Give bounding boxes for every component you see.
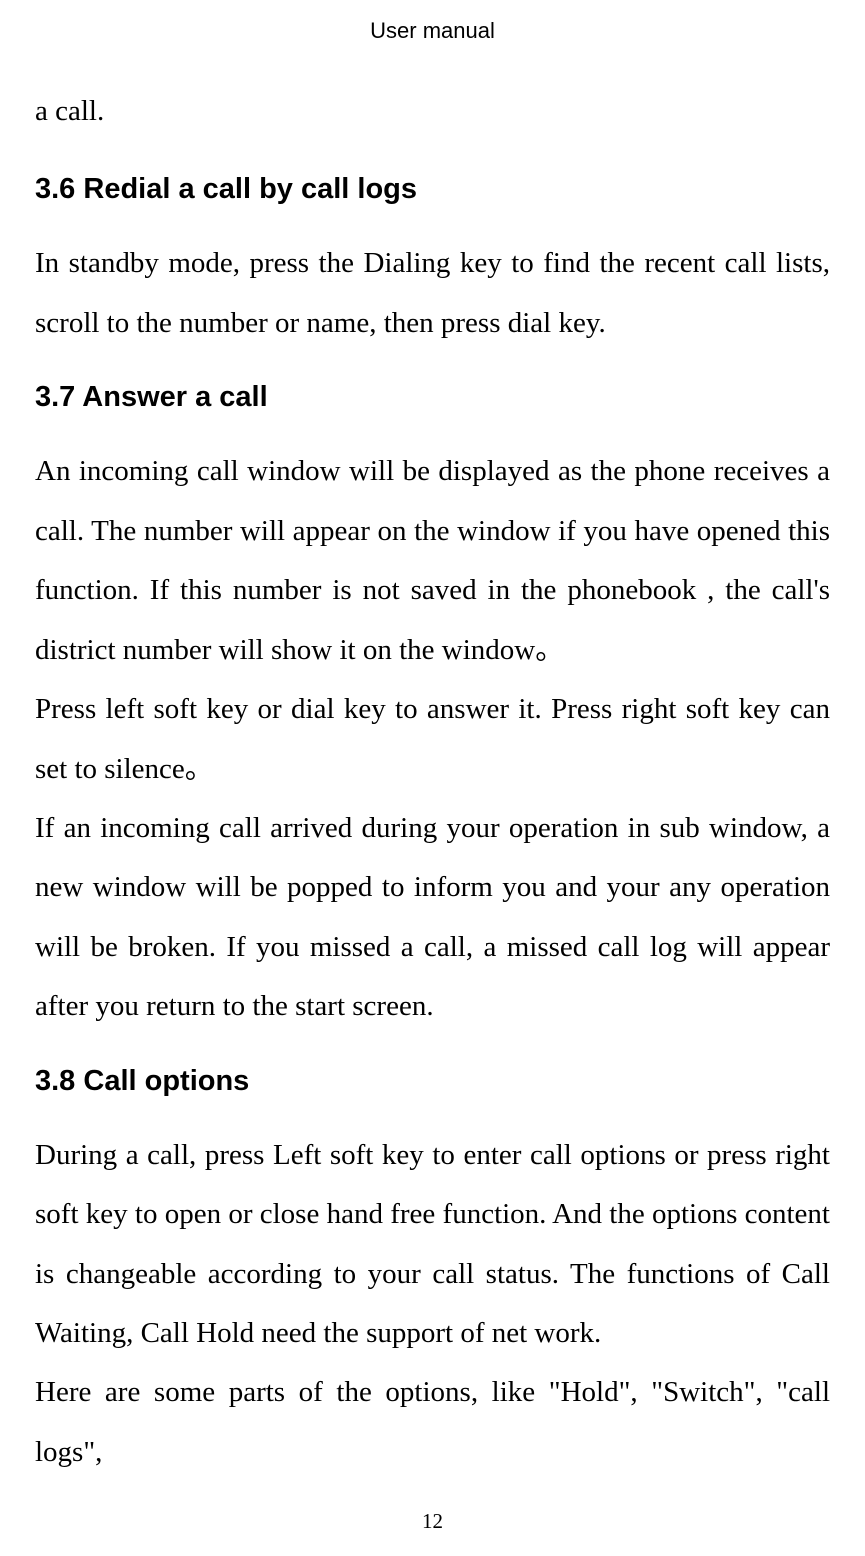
- page-header: User manual: [35, 18, 830, 44]
- paragraph-text: If an incoming call arrived during your …: [35, 799, 830, 1037]
- paragraph-text: In standby mode, press the Dialing key t…: [35, 234, 830, 353]
- paragraph-text: An incoming call window will be displaye…: [35, 442, 830, 680]
- section-heading-3-7: 3.7 Answer a call: [35, 381, 830, 414]
- paragraph-text: Here are some parts of the options, like…: [35, 1363, 830, 1482]
- section-heading-3-6: 3.6 Redial a call by call logs: [35, 173, 830, 206]
- paragraph-text: Press left soft key or dial key to answe…: [35, 680, 830, 799]
- section-heading-3-8: 3.8 Call options: [35, 1065, 830, 1098]
- page-container: User manual a call. 3.6 Redial a call by…: [0, 0, 865, 1482]
- paragraph-text: During a call, press Left soft key to en…: [35, 1126, 830, 1364]
- page-number: 12: [0, 1509, 865, 1534]
- continuation-text: a call.: [35, 82, 830, 141]
